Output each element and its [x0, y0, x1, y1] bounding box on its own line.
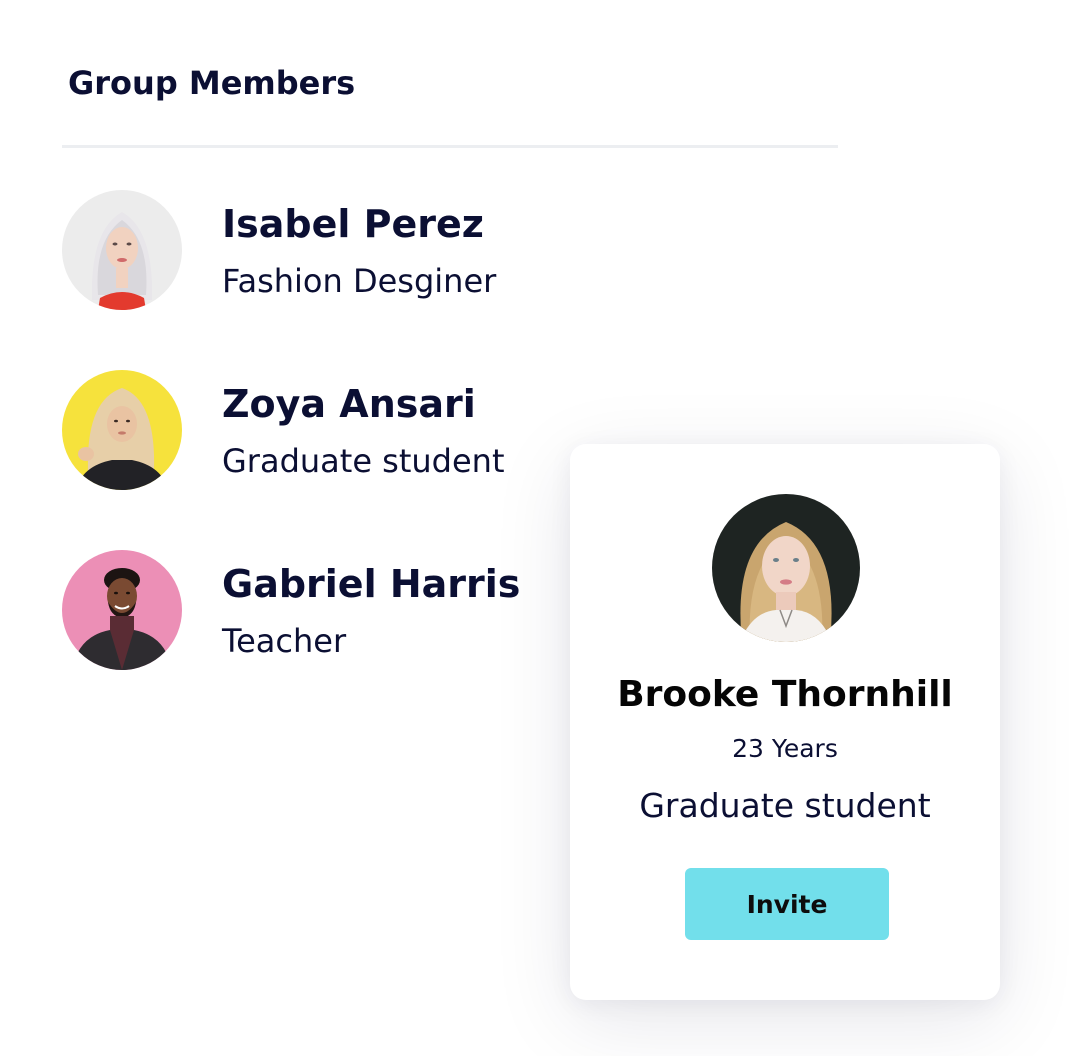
member-role: Teacher	[222, 622, 347, 660]
profile-name: Brooke Thornhill	[617, 674, 953, 715]
member-role: Fashion Desginer	[222, 262, 497, 300]
header-divider	[62, 145, 838, 148]
member-name: Zoya Ansari	[222, 382, 476, 426]
member-name: Isabel Perez	[222, 202, 484, 246]
profile-age: 23 Years	[732, 734, 838, 763]
member-avatar	[62, 190, 182, 310]
profile-role: Graduate student	[639, 786, 931, 825]
member-name: Gabriel Harris	[222, 562, 521, 606]
member-avatar	[62, 550, 182, 670]
member-item-isabel-perez[interactable]: Isabel Perez Fashion Desginer	[62, 190, 582, 310]
avatar-photo-icon	[712, 494, 860, 642]
member-avatar	[62, 370, 182, 490]
member-item-gabriel-harris[interactable]: Gabriel Harris Teacher	[62, 550, 582, 670]
invite-button[interactable]: Invite	[685, 868, 889, 940]
profile-card: Brooke Thornhill 23 Years Graduate stude…	[570, 444, 1000, 1000]
avatar-photo-icon	[62, 370, 182, 490]
avatar-photo-icon	[62, 550, 182, 670]
group-members-title: Group Members	[68, 64, 356, 102]
member-item-zoya-ansari[interactable]: Zoya Ansari Graduate student	[62, 370, 582, 490]
profile-avatar	[712, 494, 860, 642]
member-role: Graduate student	[222, 442, 505, 480]
avatar-photo-icon	[62, 190, 182, 310]
